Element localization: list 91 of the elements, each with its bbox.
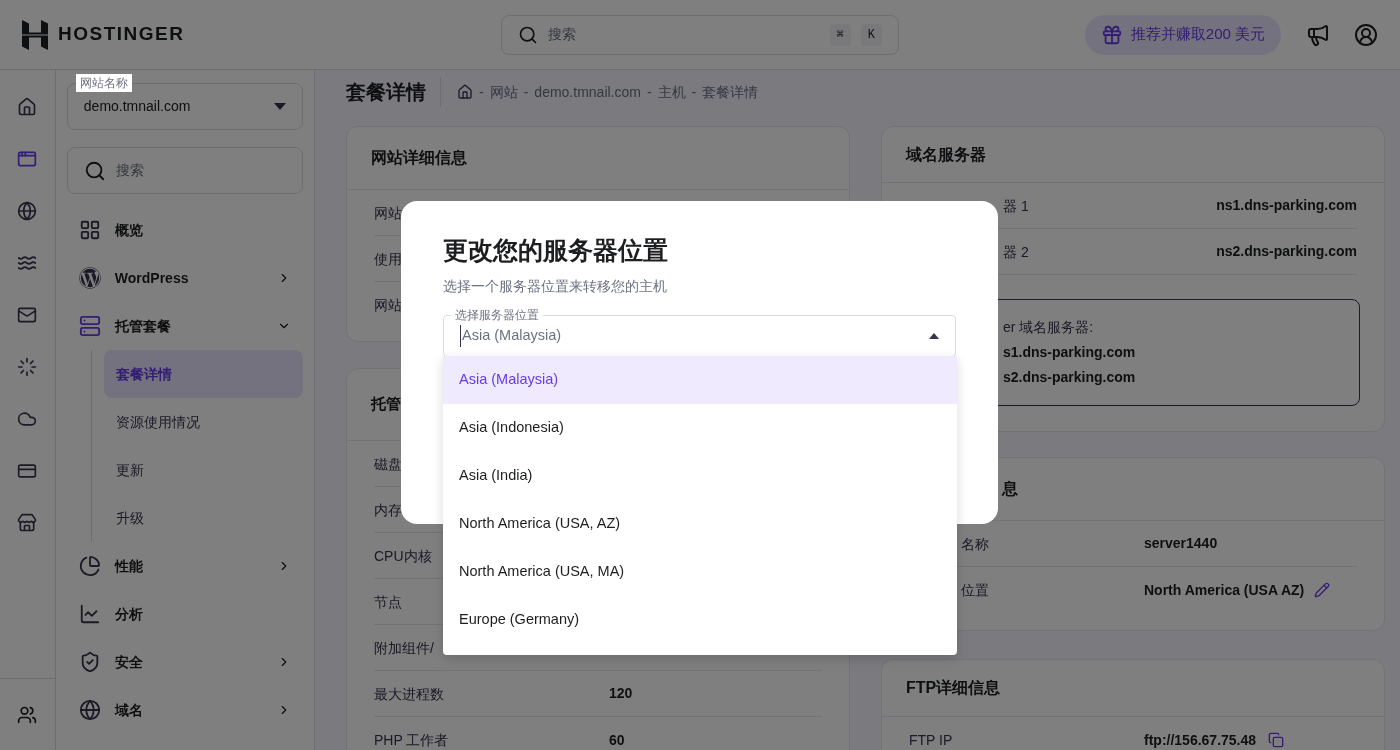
location-option[interactable]: Europe (Germany) — [443, 596, 957, 644]
mail-icon[interactable] — [17, 305, 38, 325]
location-option[interactable]: North America (USA, MA) — [443, 548, 957, 596]
caret-up-icon — [929, 333, 939, 339]
nav-item[interactable]: 分析 — [66, 590, 303, 638]
location-option[interactable]: Asia (India) — [443, 452, 957, 500]
page-title: 套餐详情 — [346, 77, 441, 107]
gift-icon — [1100, 23, 1123, 46]
nav-subitem[interactable]: 升级 — [103, 494, 303, 542]
location-option[interactable]: Asia (Malaysia) — [443, 356, 957, 404]
row-value: 60 — [609, 730, 625, 750]
loader-icon[interactable] — [17, 357, 38, 377]
search-placeholder: 搜索 — [548, 25, 577, 44]
row-label: CPU内核 — [374, 546, 432, 566]
row-label: 器 1 — [1002, 196, 1029, 216]
shortcut-key: ⌘ — [829, 23, 851, 46]
row-value: ns1.dns-parking.com — [1216, 196, 1357, 215]
logo-icon — [22, 19, 48, 50]
row-label: 器 2 — [1002, 242, 1029, 262]
nav-subitem[interactable]: 套餐详情 — [103, 350, 303, 398]
account-icon[interactable] — [1354, 22, 1378, 47]
location-option[interactable]: Asia (Indonesia) — [443, 404, 957, 452]
card-title: 息 — [1000, 479, 1018, 499]
users-icon[interactable] — [17, 704, 38, 725]
breadcrumb-link[interactable]: 网站 — [489, 81, 518, 103]
card-title: 网站详细信息 — [371, 148, 467, 168]
nav-item[interactable]: 安全 — [66, 638, 303, 686]
brand-name: HOSTINGER — [58, 22, 185, 47]
nav-subitem[interactable]: 资源使用情况 — [103, 398, 303, 446]
breadcrumb-separator: - — [523, 82, 529, 102]
note-heading: er 域名服务器: — [1003, 318, 1095, 337]
nav-item[interactable]: WordPress — [66, 254, 303, 302]
nameserver-value: s1.dns-parking.com — [1003, 343, 1137, 362]
location-option[interactable]: North America (USA, AZ) — [443, 500, 957, 548]
breadcrumb-separator: - — [691, 82, 697, 102]
home-icon[interactable] — [17, 97, 38, 117]
credit-card-icon[interactable] — [17, 461, 38, 481]
row-label: FTP IP — [909, 731, 953, 750]
breadcrumb-link[interactable]: 主机 — [657, 81, 686, 103]
nav-item[interactable]: 概览 — [66, 206, 303, 254]
row-value: ftp://156.67.75.48 — [1144, 730, 1257, 750]
row-value: ns2.dns-parking.com — [1216, 242, 1357, 261]
row-label: 附加组件/ — [374, 638, 434, 658]
home-icon[interactable] — [457, 84, 473, 100]
row-label: 位置 — [960, 581, 989, 600]
edit-icon[interactable] — [1314, 582, 1331, 598]
nav-item[interactable]: 性能 — [66, 542, 303, 590]
shortcut-key: K — [860, 23, 882, 46]
cloud-icon[interactable] — [17, 409, 38, 429]
search-icon — [518, 24, 538, 45]
breadcrumb-separator: - — [646, 82, 652, 102]
modal-subtitle: 选择一个服务器位置来转移您的主机 — [443, 277, 668, 296]
field-label: 网站名称 — [75, 74, 132, 92]
row-label: 磁盘 — [374, 454, 402, 474]
card-title: 托管 — [371, 394, 401, 415]
row-label: PHP 工作者 — [374, 731, 449, 750]
breadcrumb-separator: - — [479, 82, 484, 102]
row-label: 节点 — [374, 592, 402, 612]
search-icon — [83, 159, 106, 182]
row-label: 最大进程数 — [374, 684, 444, 704]
field-label: 选择服务器位置 — [451, 306, 543, 324]
row-label: 内存 — [374, 500, 402, 520]
search-field[interactable]: 搜索 ⌘ K — [501, 14, 899, 55]
card-title: FTP详细信息 — [906, 678, 1001, 698]
row-label: 名称 — [960, 534, 989, 554]
nav-subitem[interactable]: 更新 — [103, 446, 303, 494]
search-placeholder: 搜索 — [115, 161, 144, 180]
nav-item[interactable]: 托管套餐 — [66, 302, 303, 350]
card-title: 域名服务器 — [906, 144, 986, 165]
megaphone-icon[interactable] — [1306, 22, 1330, 47]
referral-button[interactable]: 推荐并赚取200 美元 — [1084, 14, 1281, 55]
browser-window-icon[interactable] — [17, 149, 38, 169]
search-field[interactable]: 搜索 — [66, 147, 303, 194]
waves-icon[interactable] — [17, 253, 38, 273]
nameserver-value: s2.dns-parking.com — [1003, 368, 1137, 387]
row-label: 使用 — [374, 249, 402, 269]
row-value: 120 — [609, 684, 633, 703]
nav-item[interactable]: 域名 — [66, 686, 303, 734]
row-label: 网站 — [374, 296, 402, 315]
select-value: Asia (Malaysia) — [460, 325, 929, 347]
store-icon[interactable] — [17, 513, 38, 533]
breadcrumb-link[interactable]: 套餐详情 — [702, 81, 759, 103]
breadcrumb-link[interactable]: demo.tmnail.com — [534, 81, 641, 103]
modal-title: 更改您的服务器位置 — [443, 235, 669, 266]
row-value: North America (USA AZ) — [1144, 580, 1305, 600]
site-name: demo.tmnail.com — [83, 97, 192, 116]
globe-icon[interactable] — [17, 201, 38, 221]
row-value: server1440 — [1144, 534, 1218, 553]
row-label: 网站 — [374, 203, 402, 223]
caret-icon — [274, 103, 286, 110]
copy-icon[interactable] — [1268, 732, 1285, 748]
